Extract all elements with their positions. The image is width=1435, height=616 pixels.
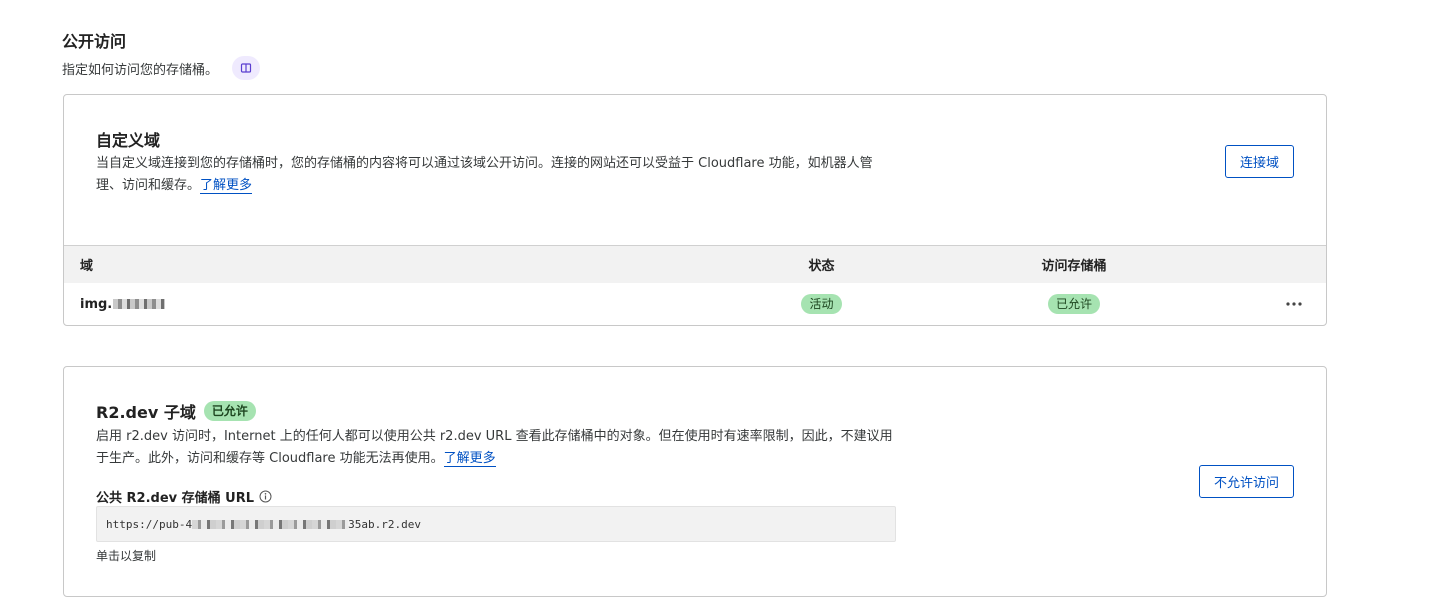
info-icon[interactable]	[259, 490, 272, 503]
access-cell: 已允许	[999, 283, 1149, 325]
copy-hint: 单击以复制	[96, 549, 157, 563]
section-description-text: 指定如何访问您的存储桶。	[62, 62, 219, 78]
book-icon	[240, 63, 252, 73]
row-actions-button[interactable]	[1274, 283, 1314, 325]
column-header-status[interactable]: 状态	[764, 246, 879, 283]
connect-domain-button[interactable]: 连接域	[1224, 145, 1294, 178]
r2dev-learn-more-link[interactable]: 了解更多	[443, 451, 496, 467]
custom-domain-description: 当自定义域连接到您的存储桶时，您的存储桶的内容将可以通过该域公开访问。连接的网站…	[96, 153, 896, 197]
r2dev-title: R2.dev 子域 已允许	[96, 399, 256, 423]
r2dev-card: R2.dev 子域 已允许 启用 r2.dev 访问时，Internet 上的任…	[63, 366, 1327, 597]
section-title: 公开访问	[62, 32, 127, 51]
column-header-domain[interactable]: 域	[80, 246, 93, 283]
public-url-prefix: https://pub-4	[106, 517, 193, 531]
public-url-label-text: 公共 R2.dev 存储桶 URL	[96, 491, 255, 506]
redacted-domain	[113, 299, 166, 309]
r2dev-description: 启用 r2.dev 访问时，Internet 上的任何人都可以使用公共 r2.d…	[96, 426, 896, 470]
access-badge: 已允许	[1047, 294, 1100, 314]
section-description: 指定如何访问您的存储桶。	[62, 56, 261, 80]
public-url-suffix: 35ab.r2.dev	[348, 517, 421, 531]
public-url-field[interactable]: https://pub-4 35ab.r2.dev	[96, 506, 896, 542]
status-badge: 活动	[801, 294, 842, 314]
status-cell: 活动	[764, 283, 879, 325]
custom-domain-learn-more-link[interactable]: 了解更多	[200, 178, 253, 194]
domain-name[interactable]: img.	[80, 297, 112, 312]
custom-domain-title: 自定义域	[96, 131, 161, 150]
custom-domain-card: 自定义域 当自定义域连接到您的存储桶时，您的存储桶的内容将可以通过该域公开访问。…	[63, 94, 1327, 326]
table-row: img. 活动 已允许	[64, 283, 1326, 325]
r2dev-title-text: R2.dev 子域	[96, 403, 196, 422]
more-horizontal-icon	[1286, 302, 1302, 306]
column-header-access[interactable]: 访问存储桶	[999, 246, 1149, 283]
documentation-button[interactable]	[232, 56, 261, 80]
r2dev-status-badge: 已允许	[203, 401, 256, 421]
domain-cell: img.	[80, 283, 166, 325]
domain-table-header: 域 状态 访问存储桶	[64, 245, 1326, 283]
redacted-url	[192, 519, 349, 529]
public-url-label: 公共 R2.dev 存储桶 URL	[96, 487, 272, 506]
disallow-access-button[interactable]: 不允许访问	[1198, 465, 1294, 498]
